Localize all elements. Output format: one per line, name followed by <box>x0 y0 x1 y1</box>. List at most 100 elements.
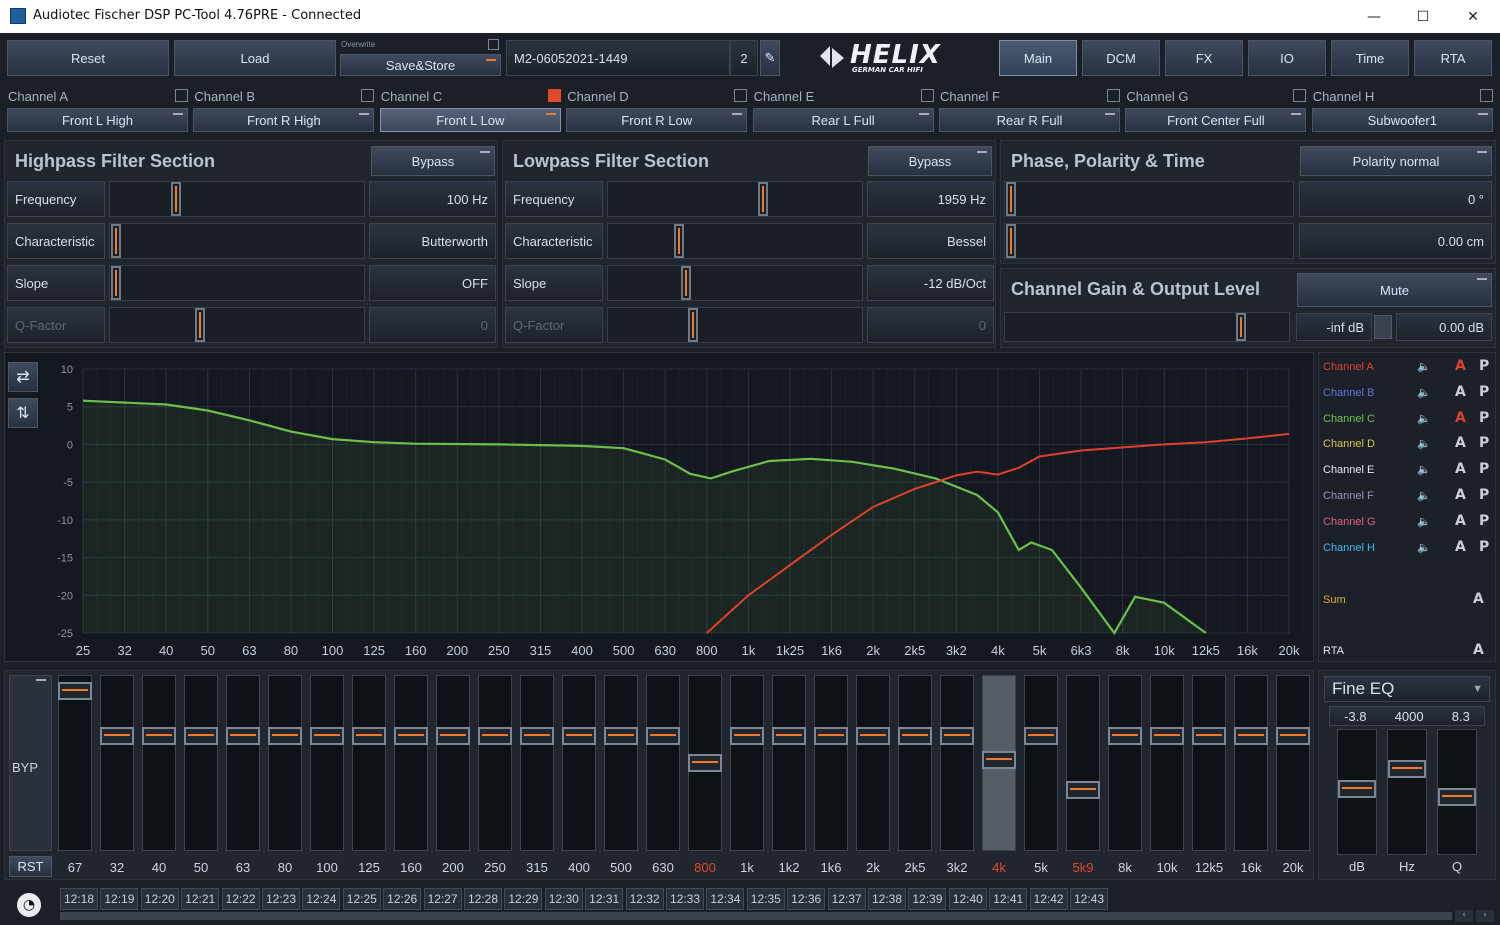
history-snapshot-3[interactable]: 12:21 <box>181 888 220 910</box>
eq-band-slider-21[interactable] <box>940 675 974 851</box>
gain-slider[interactable] <box>1004 312 1290 342</box>
legend-a-6[interactable]: A <box>1455 513 1466 529</box>
lowpass-slider-handle-0[interactable] <box>757 182 768 216</box>
highpass-value-0[interactable]: 100 Hz <box>369 181 496 217</box>
overwrite-checkbox[interactable] <box>488 39 499 50</box>
eq-band-handle-16[interactable] <box>730 727 764 746</box>
legend-channel-1[interactable]: Channel B <box>1323 387 1374 399</box>
eq-band-handle-25[interactable] <box>1108 727 1142 746</box>
history-snapshot-16[interactable]: 12:34 <box>706 888 745 910</box>
eq-band-handle-0[interactable] <box>58 682 92 701</box>
gain-slider-handle[interactable] <box>1236 313 1247 341</box>
channel-select-button-1[interactable]: Front R High <box>193 108 375 132</box>
legend-a-3[interactable]: A <box>1455 435 1466 451</box>
legend-p-7[interactable]: P <box>1479 539 1489 555</box>
eq-band-slider-15[interactable] <box>688 675 722 851</box>
highpass-value-3[interactable]: 0 <box>369 307 496 343</box>
lowpass-slider-handle-3[interactable] <box>688 308 699 342</box>
speaker-icon[interactable]: 🔈 <box>1417 489 1431 502</box>
fine-q-slider[interactable] <box>1437 729 1477 855</box>
history-snapshot-25[interactable]: 12:43 <box>1070 888 1108 910</box>
eq-band-slider-9[interactable] <box>436 675 470 851</box>
highpass-slider-handle-3[interactable] <box>195 308 205 342</box>
time-value[interactable]: 0.00 cm <box>1299 223 1492 259</box>
legend-a-5[interactable]: A <box>1455 487 1466 503</box>
channel-select-button-0[interactable]: Front L High <box>7 108 188 132</box>
eq-bypass-slot[interactable]: BYP <box>9 675 52 851</box>
nav-tab-main[interactable]: Main <box>999 40 1077 76</box>
channel-checkbox-6[interactable] <box>1293 89 1307 102</box>
eq-band-slider-19[interactable] <box>856 675 890 851</box>
history-snapshot-17[interactable]: 12:35 <box>746 888 785 910</box>
legend-channel-6[interactable]: Channel G <box>1323 516 1376 528</box>
fine-hz-handle[interactable] <box>1388 760 1426 778</box>
eq-band-slider-25[interactable] <box>1108 675 1142 851</box>
legend-channel-5[interactable]: Channel F <box>1323 490 1374 502</box>
eq-band-slider-10[interactable] <box>478 675 512 851</box>
eq-band-handle-3[interactable] <box>184 727 218 746</box>
history-snapshot-5[interactable]: 12:23 <box>262 888 300 910</box>
eq-band-handle-9[interactable] <box>436 727 470 746</box>
nav-tab-time[interactable]: Time <box>1331 40 1409 76</box>
eq-band-handle-5[interactable] <box>268 727 302 746</box>
history-snapshot-21[interactable]: 12:39 <box>908 888 947 910</box>
history-snapshot-7[interactable]: 12:25 <box>342 888 381 910</box>
eq-band-handle-23[interactable] <box>1024 727 1058 746</box>
channel-select-button-6[interactable]: Front Center Full <box>1125 108 1307 132</box>
eq-band-slider-27[interactable] <box>1192 675 1226 851</box>
history-snapshot-18[interactable]: 12:36 <box>787 888 826 910</box>
eq-band-handle-11[interactable] <box>520 727 554 746</box>
history-snapshot-10[interactable]: 12:28 <box>464 888 502 910</box>
link-icon[interactable] <box>1374 315 1392 339</box>
eq-band-handle-29[interactable] <box>1276 727 1310 746</box>
eq-band-handle-21[interactable] <box>940 727 974 746</box>
eq-band-slider-8[interactable] <box>394 675 428 851</box>
channel-checkbox-7[interactable] <box>1479 89 1493 102</box>
lowpass-slider-3[interactable] <box>607 307 863 343</box>
channel-checkbox-0[interactable] <box>175 89 188 102</box>
history-snapshot-11[interactable]: 12:29 <box>504 888 543 910</box>
lowpass-value-0[interactable]: 1959 Hz <box>867 181 994 217</box>
eq-band-handle-17[interactable] <box>772 727 806 746</box>
eq-band-slider-16[interactable] <box>730 675 764 851</box>
gain-db-value[interactable]: -inf dB <box>1296 313 1372 341</box>
preset-number-field[interactable]: 2 <box>730 40 758 76</box>
lowpass-slider-handle-2[interactable] <box>681 266 691 300</box>
lowpass-value-1[interactable]: Bessel <box>867 223 994 259</box>
legend-channel-4[interactable]: Channel E <box>1323 464 1374 476</box>
legend-a-7[interactable]: A <box>1455 539 1466 555</box>
speaker-icon[interactable]: 🔈 <box>1417 386 1431 399</box>
channel-checkbox-3[interactable] <box>734 89 748 102</box>
eq-band-slider-1[interactable] <box>100 675 134 851</box>
nav-tab-rta[interactable]: RTA <box>1414 40 1492 76</box>
phase-value[interactable]: 0 ° <box>1299 181 1492 217</box>
lowpass-slider-2[interactable] <box>607 265 863 301</box>
edit-icon[interactable]: ✎ <box>760 40 780 76</box>
speaker-icon[interactable]: 🔈 <box>1417 541 1431 554</box>
eq-band-handle-6[interactable] <box>310 727 344 746</box>
eq-band-slider-20[interactable] <box>898 675 932 851</box>
history-snapshot-8[interactable]: 12:26 <box>383 888 422 910</box>
speaker-icon[interactable]: 🔈 <box>1417 437 1431 450</box>
eq-band-slider-24[interactable] <box>1066 675 1100 851</box>
eq-reset-button[interactable]: RST <box>9 856 52 877</box>
legend-channel-0[interactable]: Channel A <box>1323 361 1374 373</box>
eq-band-handle-2[interactable] <box>142 727 176 746</box>
legend-a-2[interactable]: A <box>1455 410 1466 426</box>
highpass-slider-0[interactable] <box>109 181 365 217</box>
eq-band-handle-18[interactable] <box>814 727 848 746</box>
eq-band-handle-13[interactable] <box>604 727 638 746</box>
eq-band-slider-12[interactable] <box>562 675 596 851</box>
highpass-value-2[interactable]: OFF <box>369 265 496 301</box>
speaker-icon[interactable]: 🔈 <box>1417 463 1431 476</box>
legend-channel-2[interactable]: Channel C <box>1323 413 1375 425</box>
lowpass-slider-1[interactable] <box>607 223 863 259</box>
legend-sum-a[interactable]: A <box>1473 591 1484 607</box>
history-snapshot-6[interactable]: 12:24 <box>302 888 341 910</box>
eq-band-handle-8[interactable] <box>394 727 428 746</box>
history-snapshot-0[interactable]: 12:18 <box>60 888 98 910</box>
highpass-slider-2[interactable] <box>109 265 365 301</box>
nav-tab-dcm[interactable]: DCM <box>1082 40 1160 76</box>
preset-name-field[interactable]: M2-06052021-1449 <box>506 40 730 76</box>
graph-canvas[interactable]: 1050-5-10-15-20-2525 32 40 50 63 80 100 125 160 2… <box>5 353 1315 663</box>
